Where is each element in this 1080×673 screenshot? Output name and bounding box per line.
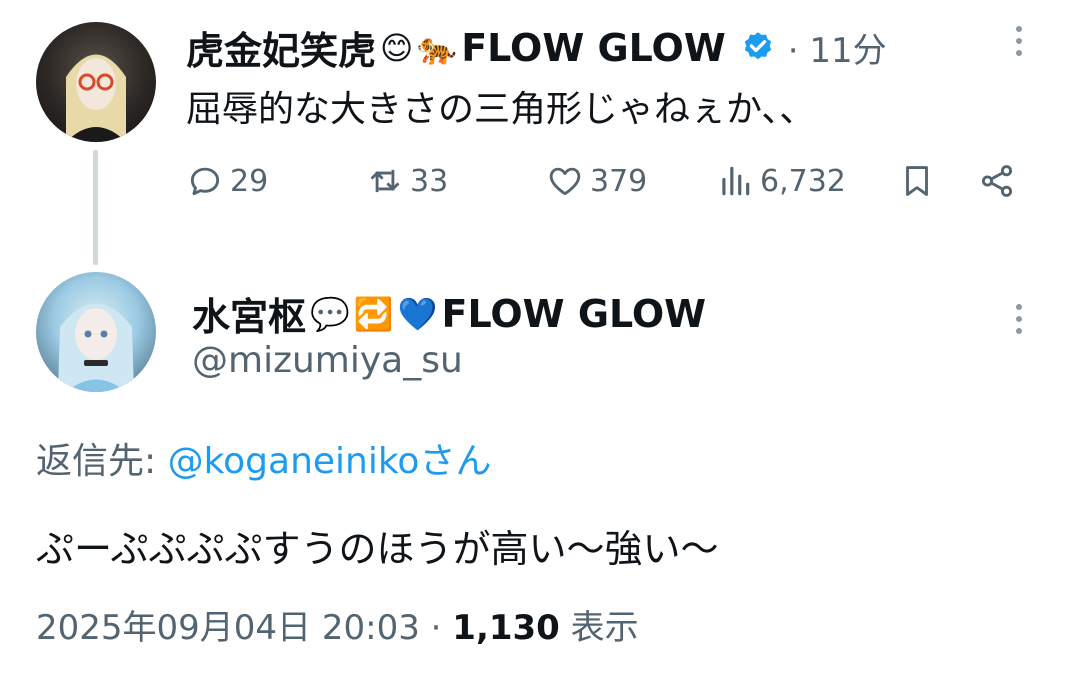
tweet1-more-options-icon[interactable] — [1014, 26, 1024, 56]
tweet2-more-options-icon[interactable] — [1014, 304, 1024, 334]
tweet1-display-name: 虎金妃笑虎 — [186, 29, 377, 73]
tweet2-author-name[interactable]: 水宮枢 💬 🔁 💙 FLOW GLOW — [192, 286, 706, 341]
view-count: 6,732 — [760, 163, 846, 199]
reply-to-user-link[interactable]: @koganeinikoさん — [168, 441, 492, 482]
tweet1-author-name[interactable]: 虎金妃笑虎 😊 🐅 FLOW GLOW · 11分 — [186, 20, 887, 75]
avatar-illustration — [66, 54, 126, 142]
tweet1-name-emoji-smile: 😊 — [380, 28, 414, 67]
reply-icon — [190, 167, 220, 196]
reply-button[interactable]: 29 — [186, 162, 268, 200]
tweet1-name-emoji-tiger: 🐅 — [417, 28, 458, 67]
reply-to-label: 返信先: — [36, 441, 168, 482]
tweet2-handle[interactable]: @mizumiya_su — [192, 340, 463, 381]
tweet2-timestamp[interactable]: 2025年09月04日 20:03 · — [36, 608, 452, 648]
reply-count: 29 — [230, 163, 269, 199]
tweet1-text: 屈辱的な大きさの三角形じゃねぇか、、 — [186, 89, 816, 130]
avatar-koganeiniko[interactable] — [36, 22, 156, 142]
share-icon — [981, 165, 1013, 197]
tweet2-name-emoji-repeat: 🔁 — [353, 294, 394, 333]
verified-badge-icon — [744, 31, 771, 59]
repost-button[interactable]: 33 — [366, 162, 448, 200]
share-button[interactable] — [978, 162, 1016, 200]
tweet2-meta: 2025年09月04日 20:03 · 1,130 表示 — [36, 600, 639, 649]
heart-icon — [549, 167, 581, 196]
bookmark-icon — [906, 166, 928, 196]
tweet2-text: ぷーぷぷぷぷすうのほうが高い～強い～ — [36, 527, 719, 571]
like-button[interactable]: 379 — [546, 162, 647, 200]
tweet1-name-suffix: FLOW GLOW — [461, 25, 726, 70]
tweet2-name-emoji-blue-heart: 💙 — [397, 294, 438, 333]
tweet1-action-bar: 29 33 379 6,732 — [186, 162, 1026, 208]
tweet2-name-suffix: FLOW GLOW — [441, 291, 707, 336]
reply-to-line: 返信先: @koganeinikoさん — [36, 432, 491, 484]
like-count: 379 — [590, 163, 648, 199]
tweet2-name-emoji-speech: 💬 — [310, 294, 350, 333]
tweet2-view-label: 表示 — [559, 608, 639, 648]
repost-icon — [370, 169, 400, 193]
repost-count: 33 — [410, 163, 449, 199]
thread-connector-line — [93, 150, 98, 265]
tweet2-view-count: 1,130 — [452, 608, 560, 648]
tweet1-time[interactable]: · 11分 — [788, 23, 887, 72]
tweet2-display-name: 水宮枢 — [192, 295, 307, 339]
avatar-illustration — [58, 303, 134, 392]
views-button[interactable]: 6,732 — [716, 162, 846, 200]
bookmark-button[interactable] — [898, 162, 936, 200]
avatar-mizumiya-su[interactable] — [36, 272, 156, 392]
analytics-icon — [722, 166, 750, 196]
